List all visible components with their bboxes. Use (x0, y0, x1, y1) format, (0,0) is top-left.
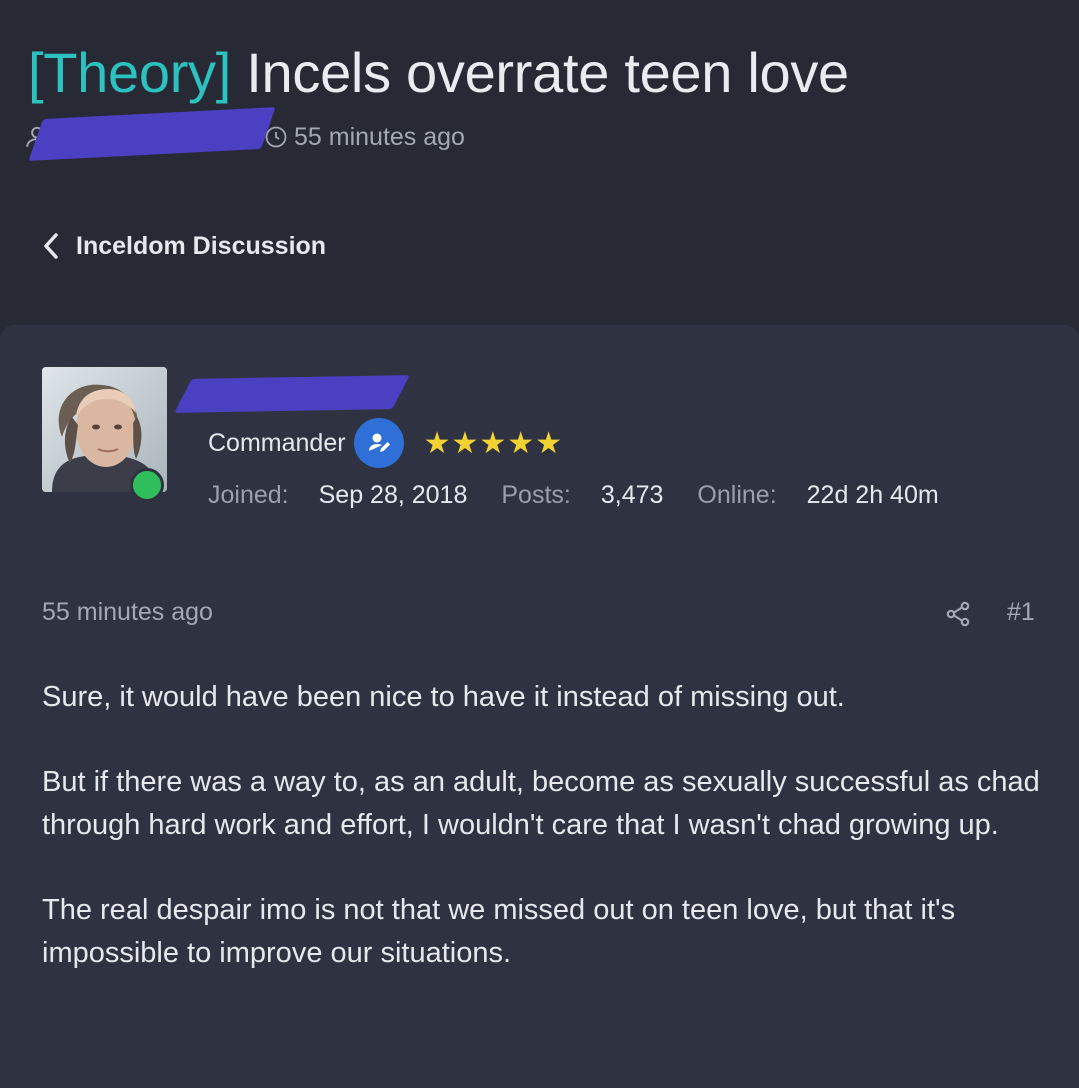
post-paragraph: The real despair imo is not that we miss… (42, 894, 956, 969)
posts-label: Posts: (501, 480, 571, 509)
thread-time: 55 minutes ago (294, 122, 465, 151)
post-body: Sure, it would have been nice to have it… (42, 676, 1042, 1017)
rating-stars-icon: ★★★★★ (423, 426, 564, 460)
redacted-username (174, 375, 410, 413)
online-value: 22d 2h 40m (806, 480, 939, 509)
back-link-label[interactable]: Inceldom Discussion (76, 232, 326, 261)
joined-label: Joined: (208, 480, 289, 509)
user-stats: Joined: Sep 28, 2018 Posts: 3,473 Online… (208, 478, 973, 512)
post-paragraph: Sure, it would have been nice to have it… (42, 681, 845, 713)
thread-title-text: Incels overrate teen love (246, 41, 849, 104)
share-icon[interactable] (944, 600, 972, 628)
back-to-forum-link[interactable]: Inceldom Discussion (40, 228, 326, 264)
thread-prefix[interactable]: [Theory] (28, 41, 231, 104)
online-status-indicator (130, 468, 164, 502)
post-number-link[interactable]: #1 (1007, 598, 1035, 627)
post-paragraph: But if there was a way to, as an adult, … (42, 766, 1040, 841)
joined-value: Sep 28, 2018 (318, 480, 468, 509)
user-rank-row: Commander ★★★★★ (208, 418, 563, 468)
rank-badge-icon (353, 418, 404, 468)
thread-header: [Theory] Incels overrate teen love 55 mi… (0, 0, 1079, 330)
posts-value: 3,473 (600, 480, 664, 509)
user-rank: Commander (208, 428, 346, 457)
user-edit-icon (368, 433, 390, 452)
post-time: 55 minutes ago (42, 598, 213, 626)
chevron-left-icon (44, 233, 58, 259)
thread-title: [Theory] Incels overrate teen love (28, 38, 849, 108)
online-label: Online: (697, 480, 777, 509)
